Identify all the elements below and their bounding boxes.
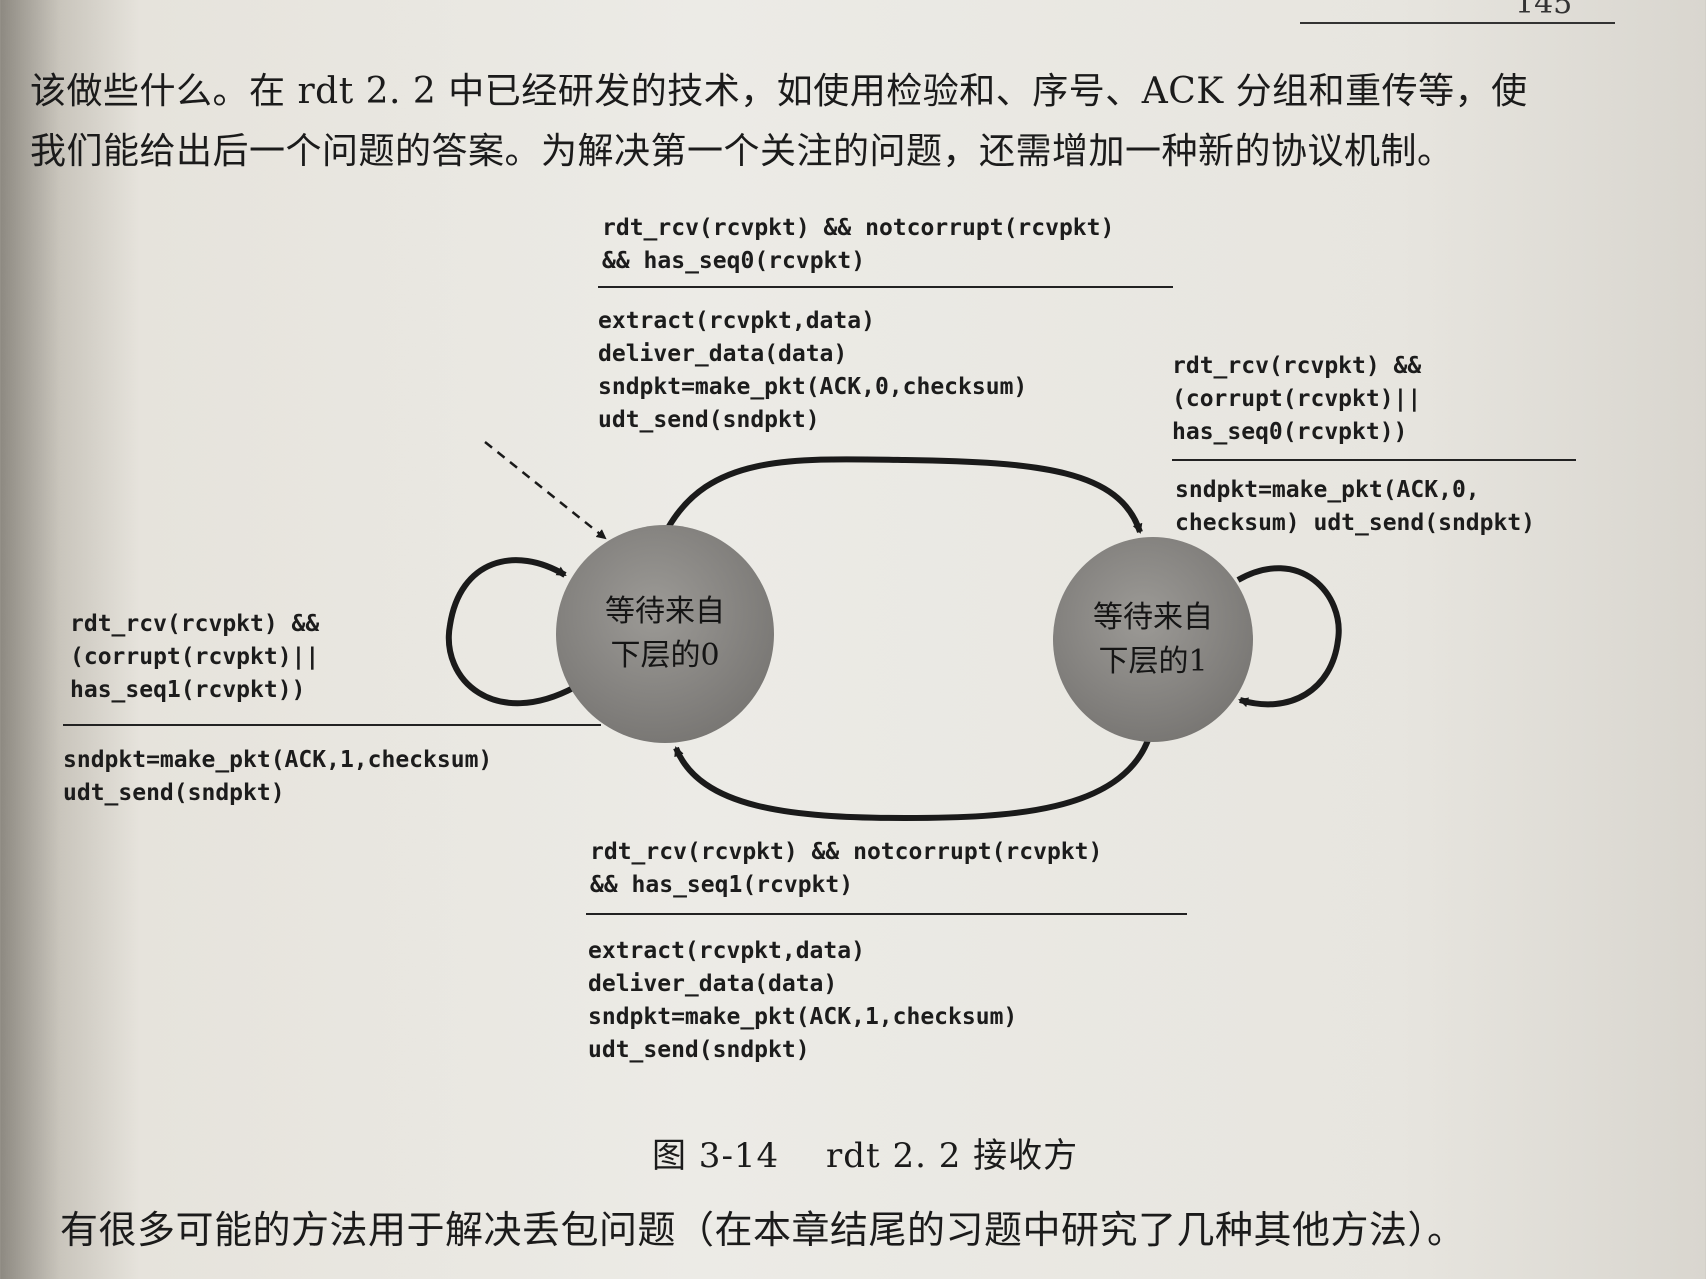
action-line: udt_send(sndpkt)	[598, 407, 820, 433]
transition-right-divider	[1172, 459, 1576, 461]
transition-right-action: sndpkt=make_pkt(ACK,0, checksum) udt_sen…	[1175, 474, 1535, 540]
action-line: udt_send(sndpkt)	[63, 780, 285, 806]
transition-bottom-action: extract(rcvpkt,data) deliver_data(data) …	[588, 935, 1017, 1067]
transition-left-event: rdt_rcv(rcvpkt) && (corrupt(rcvpkt)|| ha…	[70, 608, 319, 707]
action-line: deliver_data(data)	[588, 971, 838, 997]
action-line: sndpkt=make_pkt(ACK,0,	[1175, 477, 1480, 503]
transition-bottom-arrow	[673, 738, 1151, 822]
state-wait-1: 等待来自 下层的1	[1053, 537, 1253, 742]
transition-right-event: rdt_rcv(rcvpkt) && (corrupt(rcvpkt)|| ha…	[1172, 350, 1421, 449]
transition-top-divider	[598, 286, 1173, 288]
state-1-label-line-2: 下层的1	[1098, 643, 1208, 679]
paragraph-bottom: 有很多可能的方法用于解决丢包问题（在本章结尾的习题中研究了几种其他方法）。	[60, 1208, 1466, 1252]
event-line: rdt_rcv(rcvpkt) && notcorrupt(rcvpkt)	[590, 839, 1103, 865]
action-line: extract(rcvpkt,data)	[598, 308, 875, 334]
event-line: && has_seq1(rcvpkt)	[590, 872, 854, 898]
state-0-label-line-2: 下层的0	[610, 638, 720, 673]
event-line: (corrupt(rcvpkt)||	[70, 644, 320, 670]
transition-top-event: rdt_rcv(rcvpkt) && notcorrupt(rcvpkt) &&…	[602, 212, 1114, 278]
event-line: has_seq0(rcvpkt))	[1172, 419, 1408, 445]
transition-left-action: sndpkt=make_pkt(ACK,1,checksum) udt_send…	[63, 744, 492, 810]
action-line: sndpkt=make_pkt(ACK,0,checksum)	[598, 374, 1028, 400]
state-0-label-line-1: 等待来自	[605, 594, 725, 629]
transition-top-arrow	[665, 456, 1143, 534]
action-line: udt_send(sndpkt)	[588, 1037, 810, 1063]
transition-top-action: extract(rcvpkt,data) deliver_data(data) …	[598, 305, 1027, 437]
right-self-loop-arrow	[1236, 565, 1342, 708]
action-line: sndpkt=make_pkt(ACK,1,checksum)	[63, 747, 493, 773]
figure-caption: 图 3-14 rdt 2. 2 接收方	[652, 1136, 1079, 1176]
event-line: (corrupt(rcvpkt)||	[1172, 386, 1422, 412]
event-line: rdt_rcv(rcvpkt) &&	[1172, 353, 1422, 379]
action-line: deliver_data(data)	[598, 341, 848, 367]
transition-bottom-event: rdt_rcv(rcvpkt) && notcorrupt(rcvpkt) &&…	[590, 836, 1102, 902]
event-line: has_seq1(rcvpkt))	[70, 677, 306, 703]
state-wait-0: 等待来自 下层的0	[556, 525, 774, 743]
action-line: extract(rcvpkt,data)	[588, 938, 865, 964]
event-line: rdt_rcv(rcvpkt) &&	[70, 611, 320, 637]
transition-left-divider	[63, 724, 601, 726]
action-line: sndpkt=make_pkt(ACK,1,checksum)	[588, 1004, 1018, 1030]
action-line: checksum) udt_send(sndpkt)	[1175, 510, 1536, 536]
initial-state-arrow	[484, 441, 607, 540]
event-line: rdt_rcv(rcvpkt) && notcorrupt(rcvpkt)	[602, 215, 1115, 241]
transition-bottom-divider	[586, 913, 1187, 915]
state-1-label-line-1: 等待来自	[1093, 599, 1213, 635]
event-line: && has_seq0(rcvpkt)	[602, 248, 866, 274]
